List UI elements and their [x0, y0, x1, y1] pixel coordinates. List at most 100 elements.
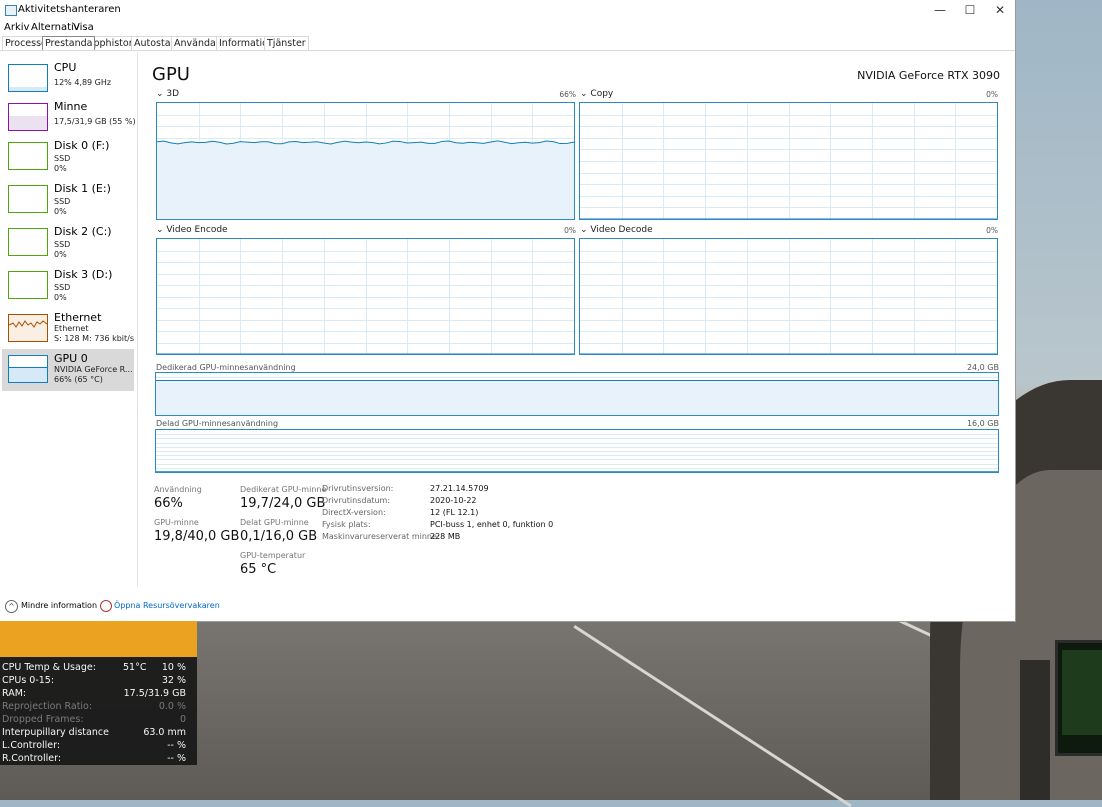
task-manager-icon [5, 5, 17, 16]
open-resource-monitor-link[interactable]: Öppna Resursövervakaren [114, 601, 220, 610]
sidebar-item-disk1[interactable]: Disk 1 (E:) SSD 0% [2, 179, 134, 221]
info-value: 2020-10-22 [430, 496, 477, 505]
overlay-label: Interpupillary distance [2, 727, 109, 738]
info-value: 27.21.14.5709 [430, 484, 489, 493]
graph-3d [156, 102, 575, 220]
sidebar-item-ethernet[interactable]: Ethernet Ethernet S: 128 M: 736 kbit/s [2, 308, 134, 350]
usage-trace [580, 239, 997, 354]
overlay-value: -- % [167, 740, 186, 751]
tab-prestanda[interactable]: Prestanda [42, 36, 95, 50]
ethernet-sparkline [9, 315, 47, 341]
graph-label-copy[interactable]: ⌄ Copy [580, 89, 613, 99]
info-key: Drivrutinsversion: [322, 484, 393, 493]
sidebar-item-name: CPU [54, 61, 76, 74]
sidebar-item-disk2[interactable]: Disk 2 (C:) SSD 0% [2, 222, 134, 264]
sidebar-item-type: SSD [54, 283, 70, 292]
dedicated-memory-label: Dedikerad GPU-minnesanvändning [156, 363, 296, 372]
gpu-thumbnail [8, 355, 48, 383]
usage-area [157, 141, 574, 219]
sidebar-item-gpu0[interactable]: GPU 0 NVIDIA GeForce R... 66% (65 °C) [2, 349, 134, 391]
info-value: 228 MB [430, 532, 460, 541]
overlay-value: 51°C [123, 662, 146, 673]
graph-engine-name: Video Decode [590, 225, 652, 235]
graph-label-video-decode[interactable]: ⌄ Video Decode [580, 225, 653, 235]
usage-area [156, 381, 998, 415]
overlay-row: CPU Temp & Usage: 51°C 10 % [2, 662, 194, 675]
shared-gpu-memory-label: Delat GPU-minne [240, 518, 309, 527]
gpu-model-name: NVIDIA GeForce RTX 3090 [857, 69, 1000, 82]
minimize-button[interactable]: — [925, 0, 955, 20]
sidebar-item-name: Disk 0 (F:) [54, 139, 109, 152]
overlay-row: R.Controller:-- % [2, 753, 194, 766]
disk-thumbnail [8, 142, 48, 170]
title-bar[interactable]: Aktivitetshanteraren — ☐ ✕ [0, 0, 1015, 20]
overlay-value: 63.0 mm [143, 727, 186, 738]
sidebar-item-detail: 0% [54, 164, 67, 173]
frametime-graph [0, 621, 197, 657]
maximize-button[interactable]: ☐ [955, 0, 985, 20]
usage-label: Användning [154, 485, 202, 494]
graph-percent-video-decode: 0% [962, 226, 998, 235]
sidebar-item-detail: 0% [54, 293, 67, 302]
sidebar-item-cpu[interactable]: CPU 12% 4,89 GHz [2, 58, 134, 100]
sidebar-item-detail: 12% 4,89 GHz [54, 78, 111, 87]
usage-trace [157, 239, 574, 354]
graph-video-encode [156, 238, 575, 355]
usage-trace [157, 103, 574, 219]
task-manager-window: Aktivitetshanteraren — ☐ ✕ Arkiv Alterna… [0, 0, 1016, 622]
overlay-label: Dropped Frames: [2, 714, 84, 725]
graph-engine-name: Copy [590, 89, 613, 99]
graph-engine-name: Video Encode [166, 225, 227, 235]
sidebar-item-disk0[interactable]: Disk 0 (F:) SSD 0% [2, 136, 134, 178]
overlay-label: Reprojection Ratio: [2, 701, 92, 712]
cockpit-panel [1020, 660, 1050, 800]
disk-thumbnail [8, 185, 48, 213]
info-key: DirectX-version: [322, 508, 386, 517]
overlay-row: Dropped Frames: 0 [2, 714, 194, 727]
menu-visa[interactable]: Visa [73, 22, 94, 33]
performance-overlay: CPU Temp & Usage:51°C10 %CPUs 0-15:32 %R… [0, 621, 197, 765]
overlay-value: 17.5/31.9 GB [124, 688, 186, 699]
fewer-details-link[interactable]: Mindre information [21, 601, 97, 610]
overlay-row: Interpupillary distance 63.0 mm [2, 727, 194, 740]
dedicated-memory-max: 24,0 GB [955, 363, 999, 372]
sidebar-item-detail: 17,5/31,9 GB (55 %) [54, 117, 136, 126]
usage-value: 66% [154, 496, 183, 511]
overlay-label: L.Controller: [2, 740, 60, 751]
sidebar-item-name: Disk 2 (C:) [54, 225, 112, 238]
sidebar-item-memory[interactable]: Minne 17,5/31,9 GB (55 %) [2, 97, 134, 139]
tab-bar: Processer Prestanda Apphistorik Autostar… [0, 36, 1015, 51]
sidebar-item-name: Disk 3 (D:) [54, 268, 112, 281]
overlay-label: RAM: [2, 688, 26, 699]
info-key: Maskinvarureserverat minne: [322, 532, 440, 541]
usage-trace [156, 430, 998, 472]
dedicated-gpu-memory-value: 19,7/24,0 GB [240, 496, 325, 511]
sidebar-item-type: SSD [54, 197, 70, 206]
graph-percent-3d: 66% [540, 90, 576, 99]
sidebar-item-detail: 0% [54, 250, 67, 259]
usage-trace [580, 103, 997, 219]
sidebar-item-name: Ethernet [54, 311, 101, 324]
overlay-row: L.Controller: -- % [2, 740, 194, 753]
overlay-label: CPU Temp & Usage: [2, 662, 96, 673]
cpu-thumbnail [8, 64, 48, 92]
menu-arkiv[interactable]: Arkiv [4, 22, 29, 33]
close-button[interactable]: ✕ [985, 0, 1015, 20]
shared-gpu-memory-value: 0,1/16,0 GB [240, 529, 317, 544]
page-title: GPU [152, 64, 190, 85]
dedicated-memory-graph [155, 372, 999, 416]
shared-memory-max: 16,0 GB [955, 419, 999, 428]
disk-thumbnail [8, 228, 48, 256]
graph-label-3d[interactable]: ⌄ 3D [156, 89, 179, 99]
overlay-value: 10 % [162, 662, 186, 673]
overlay-row: RAM: 17.5/31.9 GB [2, 688, 194, 701]
graph-label-video-encode[interactable]: ⌄ Video Encode [156, 225, 228, 235]
sidebar-item-name: Minne [54, 100, 87, 113]
sidebar-item-disk3[interactable]: Disk 3 (D:) SSD 0% [2, 265, 134, 307]
resource-monitor-icon [100, 600, 112, 612]
overlay-value: 0 [180, 714, 186, 725]
tab-tjanster[interactable]: Tjänster [264, 36, 309, 50]
chevron-up-icon[interactable]: ^ [5, 600, 18, 613]
graph-video-decode [579, 238, 998, 355]
shared-memory-graph [155, 429, 999, 473]
